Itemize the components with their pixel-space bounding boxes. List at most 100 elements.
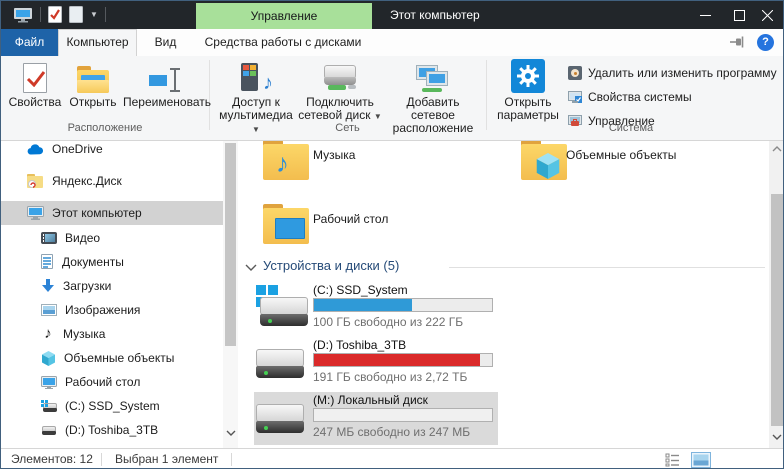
open-folder-icon: [63, 59, 123, 93]
drive-c-icon: [41, 400, 57, 413]
rename-icon: [123, 59, 209, 93]
sidebar-item-label: Яндекс.Диск: [52, 174, 122, 188]
navigation-pane: OneDrive Яндекс.Диск Этот комп: [1, 141, 223, 448]
status-bar: Элементов: 12 Выбран 1 элемент: [1, 448, 784, 469]
details-view-button[interactable]: [665, 452, 681, 469]
tab-view[interactable]: Вид: [137, 29, 194, 56]
folder-icon-music[interactable]: ♪: [263, 141, 309, 180]
scroll-up-icon[interactable]: [772, 145, 782, 153]
documents-icon: [41, 254, 54, 270]
yandex-disk-icon: [27, 174, 44, 188]
videos-icon: [41, 232, 57, 244]
folder-label-desktop[interactable]: Рабочий стол: [313, 212, 388, 226]
scroll-down-icon[interactable]: [772, 433, 782, 441]
drive-usage-bar: [313, 353, 493, 367]
sidebar-item-label: Этот компьютер: [52, 206, 142, 220]
desktop-screen-icon: [275, 218, 305, 239]
sidebar-item-onedrive[interactable]: OneDrive: [1, 141, 223, 161]
system-properties-button[interactable]: Свойства системы: [567, 87, 779, 107]
thumbnails-view-button[interactable]: [691, 452, 711, 469]
window-title: Этот компьютер: [390, 1, 480, 29]
drive-icon: [256, 404, 304, 438]
help-button[interactable]: ?: [757, 34, 774, 51]
open-settings-button[interactable]: Открыть параметры: [493, 59, 563, 122]
folder-icon-desktop[interactable]: [263, 204, 309, 244]
ribbon: Свойства Открыть: [1, 56, 784, 141]
music-note-icon: ♪: [276, 148, 289, 179]
sidebar-item-videos[interactable]: Видео: [1, 226, 223, 250]
explorer-window: ▼ Управление Этот компьютер Файл Компьют…: [0, 0, 784, 469]
drive-item-d[interactable]: (D:) Toshiba_3TB 191 ГБ свободно из 2,72…: [254, 337, 498, 390]
minimize-button[interactable]: [689, 1, 721, 29]
status-separator: [231, 453, 232, 466]
title-bar: ▼ Управление Этот компьютер: [1, 1, 784, 29]
sidebar-item-desktop[interactable]: Рабочий стол: [1, 370, 223, 394]
sidebar-scrollbar[interactable]: [223, 141, 238, 448]
open-button[interactable]: Открыть: [63, 59, 123, 109]
music-note-icon: ♪: [41, 327, 55, 341]
pin-ribbon-icon[interactable]: [729, 35, 745, 52]
sidebar-item-downloads[interactable]: Загрузки: [1, 274, 223, 298]
uninstall-program-button[interactable]: Удалить или изменить программу: [567, 63, 779, 83]
drive-free-space: 191 ГБ свободно из 2,72 ТБ: [313, 370, 467, 384]
cube-3d-icon: [535, 152, 561, 180]
folder-label-music[interactable]: Музыка: [313, 148, 355, 162]
folder-label-3d-objects[interactable]: Объемные объекты: [566, 148, 676, 162]
close-button[interactable]: [751, 1, 783, 29]
drive-icon: [260, 297, 308, 331]
properties-quick-icon[interactable]: [48, 6, 62, 23]
properties-icon: [7, 59, 63, 93]
qat-dropdown-icon[interactable]: ▼: [90, 10, 98, 19]
new-folder-quick-icon[interactable]: [69, 6, 83, 23]
settings-gear-icon: [493, 59, 563, 93]
sidebar-item-label: OneDrive: [52, 142, 103, 156]
tab-computer[interactable]: Компьютер: [58, 29, 137, 56]
pictures-icon: [41, 304, 57, 316]
network-drive-icon: [297, 59, 383, 93]
sidebar-scrollbar-thumb[interactable]: [225, 143, 236, 346]
drive-usage-bar: [313, 408, 493, 422]
scroll-down-icon[interactable]: [226, 429, 236, 437]
this-pc-icon[interactable]: [13, 7, 33, 23]
rename-button[interactable]: Переименовать: [123, 59, 209, 109]
drive-item-c[interactable]: (C:) SSD_System 100 ГБ свободно из 222 Г…: [254, 282, 498, 335]
status-separator: [101, 453, 102, 466]
file-list-pane: ♪ Музыка Объемные объекты Рабочий стол: [238, 141, 769, 448]
sidebar-item-drive-c[interactable]: (C:) SSD_System: [1, 394, 223, 418]
desktop-icon: [41, 376, 57, 389]
media-access-icon: ♪: [215, 59, 297, 93]
group-label-network: Сеть: [209, 122, 486, 136]
drive-d-icon: [41, 425, 57, 436]
map-network-drive-button[interactable]: Подключить сетевой диск ▼: [297, 59, 383, 123]
tab-disk-tools[interactable]: Средства работы с дисками: [194, 29, 372, 56]
main-scrollbar[interactable]: [769, 141, 784, 448]
drive-name: (C:) SSD_System: [313, 283, 408, 297]
properties-button[interactable]: Свойства: [7, 59, 63, 109]
sidebar-item-label: (C:) SSD_System: [65, 399, 160, 413]
ribbon-tab-row: Файл Компьютер Вид Средства работы с дис…: [1, 29, 784, 56]
drive-item-m[interactable]: (M:) Локальный диск 247 МБ свободно из 2…: [254, 392, 498, 445]
sidebar-item-this-pc[interactable]: Этот компьютер: [1, 201, 223, 225]
sidebar-item-yandex-disk[interactable]: Яндекс.Диск: [1, 169, 223, 193]
main-scrollbar-thumb[interactable]: [771, 194, 783, 426]
section-header-devices[interactable]: Устройства и диски (5): [263, 258, 399, 273]
sidebar-item-pictures[interactable]: Изображения: [1, 298, 223, 322]
drive-free-space: 100 ГБ свободно из 222 ГБ: [313, 315, 463, 329]
sidebar-item-label: Рабочий стол: [65, 375, 140, 389]
drive-usage-bar: [313, 298, 493, 312]
sidebar-item-label: Музыка: [63, 327, 105, 341]
folder-icon-3d-objects[interactable]: [521, 141, 567, 180]
drive-icon: [256, 349, 304, 383]
sidebar-item-documents[interactable]: Документы: [1, 250, 223, 274]
quick-access-toolbar: ▼: [13, 6, 106, 23]
sidebar-item-3d-objects[interactable]: Объемные объекты: [1, 346, 223, 370]
tab-file[interactable]: Файл: [1, 29, 58, 56]
sidebar-item-drive-d[interactable]: (D:) Toshiba_3TB: [1, 418, 223, 442]
sidebar-item-music[interactable]: ♪ Музыка: [1, 322, 223, 346]
items-count: Элементов: 12: [11, 449, 93, 469]
group-separator: [486, 60, 487, 130]
sidebar-item-label: Документы: [62, 255, 124, 269]
section-collapse-icon[interactable]: [245, 263, 257, 272]
group-label-location: Расположение: [1, 122, 209, 136]
dropdown-arrow-icon: ▼: [374, 112, 382, 121]
